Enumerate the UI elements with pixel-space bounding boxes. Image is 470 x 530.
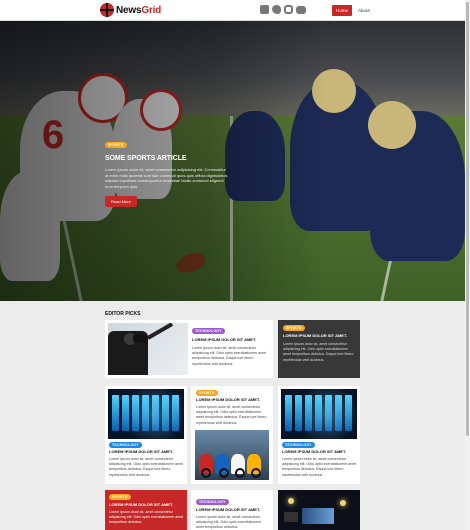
article-excerpt: Lorem ipsum dolor sit, amet consectetur … [109,510,184,525]
category-badge[interactable]: TECHNOLOGY [196,499,229,505]
bike-wheel [235,468,245,478]
globe-icon [100,3,114,17]
bike-wheel [251,468,261,478]
article-image [108,389,184,439]
logo-text-news: News [116,4,142,16]
article-image [278,494,360,530]
bike-wheel [219,468,229,478]
youtube-icon[interactable] [296,6,306,14]
article-title[interactable]: LOREM IPSUM DOLOR SIT AMET. [109,449,185,454]
article-card[interactable]: TECHNOLOGY LOREM IPSUM DOLOR SIT AMET. L… [191,490,273,530]
category-badge[interactable]: TECHNOLOGY [109,442,142,448]
article-card[interactable]: SPORTS LOREM IPSUM DOLOR SIT AMET. Lorem… [191,386,273,484]
page: NewsGrid Home About 6 [0,0,470,530]
article-title[interactable]: LOREM IPSUM DOLOR SIT AMET. [109,502,185,507]
category-badge[interactable]: TECHNOLOGY [282,442,315,448]
category-badge[interactable]: TECHNOLOGY [192,328,225,334]
article-card[interactable]: TECHNOLOGY LOREM IPSUM DOLOR SIT AMET. L… [105,320,273,378]
main-nav: Home About [332,5,374,16]
twitter-icon[interactable] [272,5,281,14]
studio-camera [284,512,298,522]
article-image [281,389,357,439]
article-image [108,323,188,375]
article-excerpt: Lorem ipsum dolor sit, amet consectetur … [196,515,262,530]
studio-light [288,498,294,504]
scrollbar-thumb[interactable] [466,2,469,436]
hero-content: SPORTS SOME SPORTS ARTICLE Lorem ipsum d… [105,133,230,208]
image-glow [108,389,184,439]
top-navbar: NewsGrid Home About [0,0,465,21]
vr-headset [133,335,147,342]
site-logo[interactable]: NewsGrid [100,3,161,17]
article-title[interactable]: LOREM IPSUM DOLOR SIT AMET. [282,449,358,454]
article-title[interactable]: LOREM IPSUM DOLOR SIT AMET. [196,397,270,402]
person-arm [146,323,174,340]
studio-screen [302,508,334,524]
facebook-icon[interactable] [260,5,269,14]
nav-about[interactable]: About [354,5,374,16]
article-excerpt: Lorem ipsum dolor sit, amet consectetur … [109,457,184,477]
category-badge[interactable]: SPORTS [283,325,305,331]
article-excerpt: Lorem ipsum dolor sit, amet consectetur … [196,405,267,425]
hero-title[interactable]: SOME SPORTS ARTICLE [105,155,230,162]
category-badge[interactable]: SPORTS [196,390,218,396]
section-title-editor-picks: EDITOR PICKS [105,311,141,317]
article-card[interactable]: SPORTS LOREM IPSUM DOLOR SIT AMET. Lorem… [278,320,360,378]
article-image [195,430,269,480]
hero-category-badge[interactable]: SPORTS [105,142,127,148]
social-links [260,5,306,14]
read-more-button[interactable]: Read More [105,196,137,208]
article-excerpt: Lorem ipsum dolor sit, amet consectetur … [283,342,354,362]
article-card[interactable]: SPORTS LOREM IPSUM DOLOR SIT AMET. Lorem… [105,490,187,530]
article-title[interactable]: LOREM IPSUM DOLOR SIT AMET. [283,333,357,338]
hero-overlay [0,21,465,301]
article-title[interactable]: LOREM IPSUM DOLOR SIT AMET. [196,507,270,512]
article-title[interactable]: LOREM IPSUM DOLOR SIT AMET. [192,337,268,342]
hero-text: Lorem ipsum dolor sit, amet consectetur … [105,167,228,189]
image-glow [281,389,357,439]
article-card[interactable]: TECHNOLOGY LOREM IPSUM DOLOR SIT AMET. L… [105,386,187,484]
instagram-icon[interactable] [284,5,293,14]
article-excerpt: Lorem ipsum dolor sit, amet consectetur … [282,457,357,477]
bike-wheel [201,468,211,478]
page-scrollbar[interactable] [465,0,470,530]
article-excerpt: Lorem ipsum dolor sit, amet consectetur … [192,346,267,366]
article-card[interactable] [278,490,360,530]
nav-home[interactable]: Home [332,5,353,16]
article-card[interactable]: TECHNOLOGY LOREM IPSUM DOLOR SIT AMET. L… [278,386,360,484]
studio-light [340,500,346,506]
logo-text: NewsGrid [116,5,161,16]
category-badge[interactable]: SPORTS [109,494,131,500]
hero-banner: 6 SPORTS SOME SPORTS ARTICLE Lorem ipsum… [0,21,465,301]
logo-text-grid: Grid [141,4,162,16]
